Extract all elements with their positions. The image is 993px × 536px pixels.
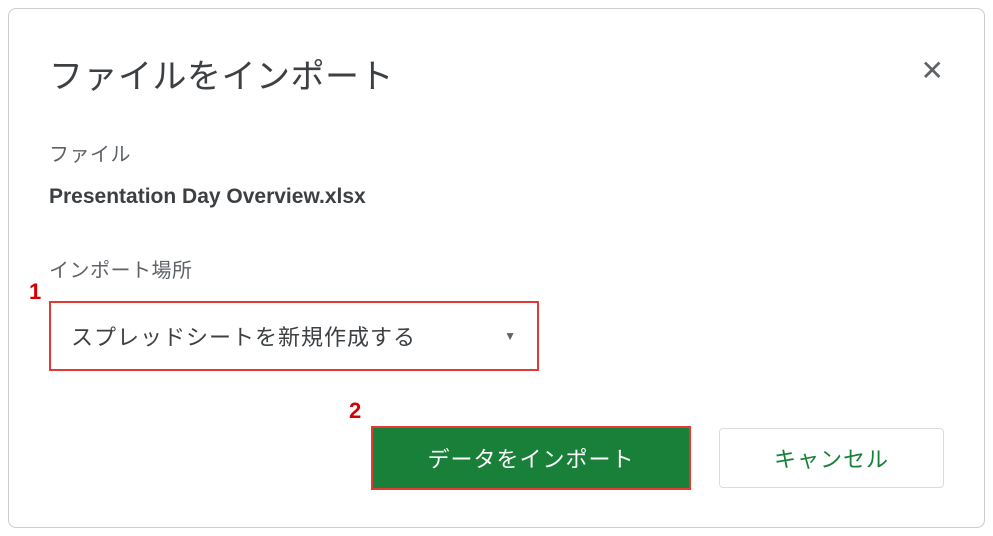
chevron-down-icon: ▼ (504, 329, 517, 343)
file-field-label: ファイル (49, 138, 944, 167)
import-location-dropdown[interactable]: スプレッドシートを新規作成する ▼ (49, 301, 539, 371)
dropdown-wrapper: 1 スプレッドシートを新規作成する ▼ (49, 301, 944, 371)
import-button-wrapper: 2 データをインポート (371, 426, 691, 490)
close-icon[interactable]: ✕ (921, 57, 944, 85)
cancel-button-label: キャンセル (774, 442, 889, 474)
annotation-marker-1: 1 (29, 279, 41, 305)
import-data-button[interactable]: データをインポート (371, 426, 691, 490)
dialog-title: ファイルをインポート (49, 49, 394, 98)
file-name-value: Presentation Day Overview.xlsx (49, 185, 944, 209)
annotation-marker-2: 2 (349, 398, 361, 424)
dialog-header: ファイルをインポート ✕ (49, 49, 944, 98)
import-location-label: インポート場所 (49, 254, 944, 283)
dropdown-selected-text: スプレッドシートを新規作成する (71, 320, 496, 352)
import-file-dialog: ファイルをインポート ✕ ファイル Presentation Day Overv… (8, 8, 985, 528)
import-button-label: データをインポート (427, 442, 634, 474)
cancel-button[interactable]: キャンセル (719, 428, 944, 488)
dialog-button-row: 2 データをインポート キャンセル (49, 426, 944, 490)
